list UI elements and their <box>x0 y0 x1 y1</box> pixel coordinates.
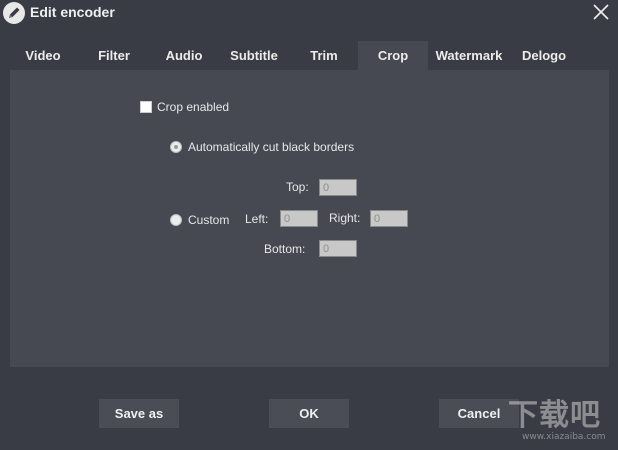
window-title: Edit encoder <box>30 4 115 20</box>
tab-trim[interactable]: Trim <box>298 41 350 70</box>
top-input[interactable] <box>319 179 357 196</box>
bottom-input[interactable] <box>319 240 357 257</box>
tab-subtitle[interactable]: Subtitle <box>223 41 285 70</box>
pencil-icon <box>3 2 25 24</box>
title-bar: Edit encoder <box>0 0 618 34</box>
left-input[interactable] <box>280 210 318 227</box>
tab-bar: Video Filter Audio Subtitle Trim Crop Wa… <box>0 41 618 70</box>
watermark-text: 下载吧 <box>508 398 601 433</box>
ok-button[interactable]: OK <box>269 399 349 428</box>
custom-crop-radio[interactable] <box>170 214 182 226</box>
top-label: Top: <box>286 180 309 194</box>
left-label: Left: <box>245 212 269 226</box>
auto-crop-radio[interactable] <box>170 141 182 153</box>
auto-crop-label: Automatically cut black borders <box>188 140 355 154</box>
close-icon[interactable] <box>592 3 610 21</box>
tab-audio[interactable]: Audio <box>155 41 213 70</box>
bottom-label: Bottom: <box>264 242 306 256</box>
tab-delogo[interactable]: Delogo <box>514 41 574 70</box>
tab-video[interactable]: Video <box>14 41 72 70</box>
tab-filter[interactable]: Filter <box>86 41 142 70</box>
custom-crop-label: Custom <box>188 213 230 227</box>
tab-watermark[interactable]: Watermark <box>430 41 508 70</box>
crop-enabled-label: Crop enabled <box>157 100 230 114</box>
crop-enabled-checkbox[interactable] <box>140 101 152 113</box>
right-label: Right: <box>329 211 361 225</box>
right-input[interactable] <box>370 210 408 227</box>
watermark-url: www.xiazaiba.com <box>522 432 606 442</box>
save-as-button[interactable]: Save as <box>99 399 179 428</box>
tab-crop[interactable]: Crop <box>358 41 428 70</box>
site-watermark: 下载吧 www.xiazaiba.com <box>500 390 612 448</box>
